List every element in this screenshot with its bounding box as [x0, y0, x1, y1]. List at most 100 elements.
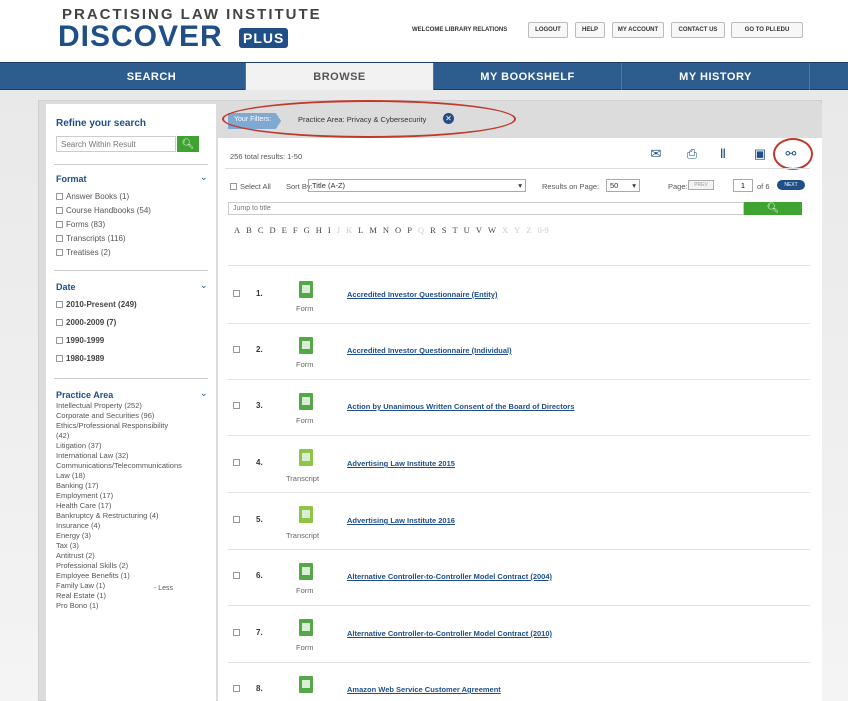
alphabet-letter[interactable]: E [282, 225, 287, 235]
facet-practice-area-item[interactable]: Family Law (1) [56, 581, 105, 590]
jump-search-button[interactable]: 🔍︎ [744, 202, 802, 215]
facet-format-transcripts[interactable]: Transcripts (116) [56, 234, 126, 243]
checkbox[interactable] [230, 183, 237, 190]
facet-practice-area-item[interactable]: Employment (17) [56, 491, 113, 500]
row-checkbox[interactable] [233, 290, 240, 297]
my-account-link[interactable]: MY ACCOUNT [612, 22, 664, 38]
facet-practice-area-item[interactable]: Real Estate (1) [56, 591, 106, 600]
logout-link[interactable]: LOGOUT [528, 22, 568, 38]
help-link[interactable]: HELP [575, 22, 605, 38]
facet-date-heading[interactable]: Date [56, 282, 76, 292]
checkbox[interactable] [56, 249, 63, 256]
search-within-input[interactable] [56, 136, 176, 152]
facet-practice-area-heading[interactable]: Practice Area [56, 390, 113, 400]
facet-practice-area-item[interactable]: Ethics/Professional Responsibility [56, 421, 168, 430]
facet-format-forms[interactable]: Forms (83) [56, 220, 105, 229]
facet-practice-area-item[interactable]: Communications/Telecommunications [56, 461, 182, 470]
search-within-button[interactable]: 🔍︎ [177, 136, 199, 152]
row-checkbox[interactable] [233, 572, 240, 579]
checkbox[interactable] [56, 221, 63, 228]
page-number-input[interactable] [733, 179, 753, 192]
facet-practice-area-item[interactable]: Energy (3) [56, 531, 91, 540]
facet-practice-area-item[interactable]: Intellectual Property (252) [56, 401, 142, 410]
alphabet-letter[interactable]: M [369, 225, 377, 235]
row-checkbox[interactable] [233, 685, 240, 692]
alphabet-letter[interactable]: R [430, 225, 436, 235]
facet-practice-area-item[interactable]: Law (18) [56, 471, 85, 480]
facet-practice-area-item[interactable]: Banking (17) [56, 481, 99, 490]
print-icon[interactable]: ⎙ [684, 146, 700, 161]
row-checkbox[interactable] [233, 402, 240, 409]
facet-date-2000-2009[interactable]: 2000-2009 (7) [56, 318, 116, 327]
facet-practice-area-item[interactable]: Employee Benefits (1) [56, 571, 130, 580]
save-icon[interactable]: ▣ [752, 146, 768, 161]
email-icon[interactable]: ✉ [648, 146, 664, 161]
alphabet-letter[interactable]: L [358, 225, 363, 235]
result-title-link[interactable]: Advertising Law Institute 2016 [347, 516, 455, 525]
result-title-link[interactable]: Alternative Controller-to-Controller Mod… [347, 629, 552, 638]
alphabet-letter[interactable]: W [488, 225, 496, 235]
alphabet-letter[interactable]: F [293, 225, 298, 235]
facet-practice-area-item[interactable]: Litigation (37) [56, 441, 101, 450]
result-title-link[interactable]: Amazon Web Service Customer Agreement [347, 685, 501, 694]
facet-practice-area-item[interactable]: Bankruptcy & Restructuring (4) [56, 511, 159, 520]
row-checkbox[interactable] [233, 629, 240, 636]
checkbox[interactable] [56, 193, 63, 200]
result-title-link[interactable]: Action by Unanimous Written Consent of t… [347, 402, 574, 411]
result-title-link[interactable]: Accredited Investor Questionnaire (Entit… [347, 290, 497, 299]
facet-practice-area-item[interactable]: (42) [56, 431, 69, 440]
facet-date-2010-present[interactable]: 2010-Present (249) [56, 300, 137, 309]
checkbox[interactable] [56, 319, 63, 326]
row-checkbox[interactable] [233, 516, 240, 523]
facet-date-1980-1989[interactable]: 1980-1989 [56, 354, 104, 363]
tab-my-history[interactable]: MY HISTORY [622, 63, 810, 91]
alphabet-letter[interactable]: O [395, 225, 401, 235]
alphabet-letter[interactable]: N [383, 225, 389, 235]
facet-practice-area-item[interactable]: Pro Bono (1) [56, 601, 99, 610]
facet-practice-area-item[interactable]: Corporate and Securities (96) [56, 411, 154, 420]
tab-browse[interactable]: BROWSE [246, 63, 434, 91]
chevron-down-icon[interactable]: ⌄ [200, 388, 208, 399]
results-per-page-select[interactable]: 50 ▾ [606, 179, 640, 192]
alphabet-letter[interactable]: A [234, 225, 240, 235]
tab-search[interactable]: SEARCH [58, 63, 246, 91]
result-title-link[interactable]: Alternative Controller-to-Controller Mod… [347, 572, 552, 581]
facet-practice-area-item[interactable]: Professional Skills (2) [56, 561, 128, 570]
facet-format-treatises[interactable]: Treatises (2) [56, 248, 111, 257]
checkbox[interactable] [56, 355, 63, 362]
facet-practice-area-item[interactable]: Tax (3) [56, 541, 79, 550]
select-all-checkbox[interactable]: Select All [230, 182, 271, 191]
facet-format-answer-books[interactable]: Answer Books (1) [56, 192, 129, 201]
chevron-down-icon[interactable]: ⌄ [200, 280, 208, 291]
facet-format-heading[interactable]: Format [56, 174, 87, 184]
facet-format-course-handbooks[interactable]: Course Handbooks (54) [56, 206, 151, 215]
alphabet-letter[interactable]: C [258, 225, 264, 235]
checkbox[interactable] [56, 301, 63, 308]
contact-us-link[interactable]: CONTACT US [671, 22, 725, 38]
go-to-pli-link[interactable]: GO TO PLI.EDU [731, 22, 803, 38]
chevron-down-icon[interactable]: ⌄ [200, 172, 208, 183]
alphabet-letter[interactable]: P [407, 225, 412, 235]
bookshelf-icon[interactable]: Ⅱ [715, 146, 731, 161]
sort-select[interactable]: Title (A-Z) ▾ [308, 179, 526, 192]
prev-page-button[interactable]: PREV [688, 180, 714, 190]
checkbox[interactable] [56, 207, 63, 214]
facet-date-1990-1999[interactable]: 1990-1999 [56, 336, 104, 345]
facet-practice-area-item[interactable]: International Law (32) [56, 451, 129, 460]
facet-practice-area-item[interactable]: Antitrust (2) [56, 551, 95, 560]
alphabet-letter[interactable]: V [476, 225, 482, 235]
alphabet-letter[interactable]: G [304, 225, 310, 235]
row-checkbox[interactable] [233, 346, 240, 353]
tab-my-bookshelf[interactable]: MY BOOKSHELF [434, 63, 622, 91]
facet-practice-area-item[interactable]: Insurance (4) [56, 521, 100, 530]
logo[interactable]: DISCOVER [58, 21, 223, 53]
alphabet-letter[interactable]: U [464, 225, 470, 235]
alphabet-letter[interactable]: T [452, 225, 457, 235]
alphabet-letter[interactable]: B [246, 225, 252, 235]
facet-practice-area-item[interactable]: Health Care (17) [56, 501, 111, 510]
alphabet-letter[interactable]: H [316, 225, 322, 235]
jump-to-title-input[interactable] [228, 202, 744, 215]
alphabet-letter[interactable]: S [442, 225, 447, 235]
alphabet-letter[interactable]: D [269, 225, 275, 235]
next-page-button[interactable]: NEXT [777, 180, 805, 190]
